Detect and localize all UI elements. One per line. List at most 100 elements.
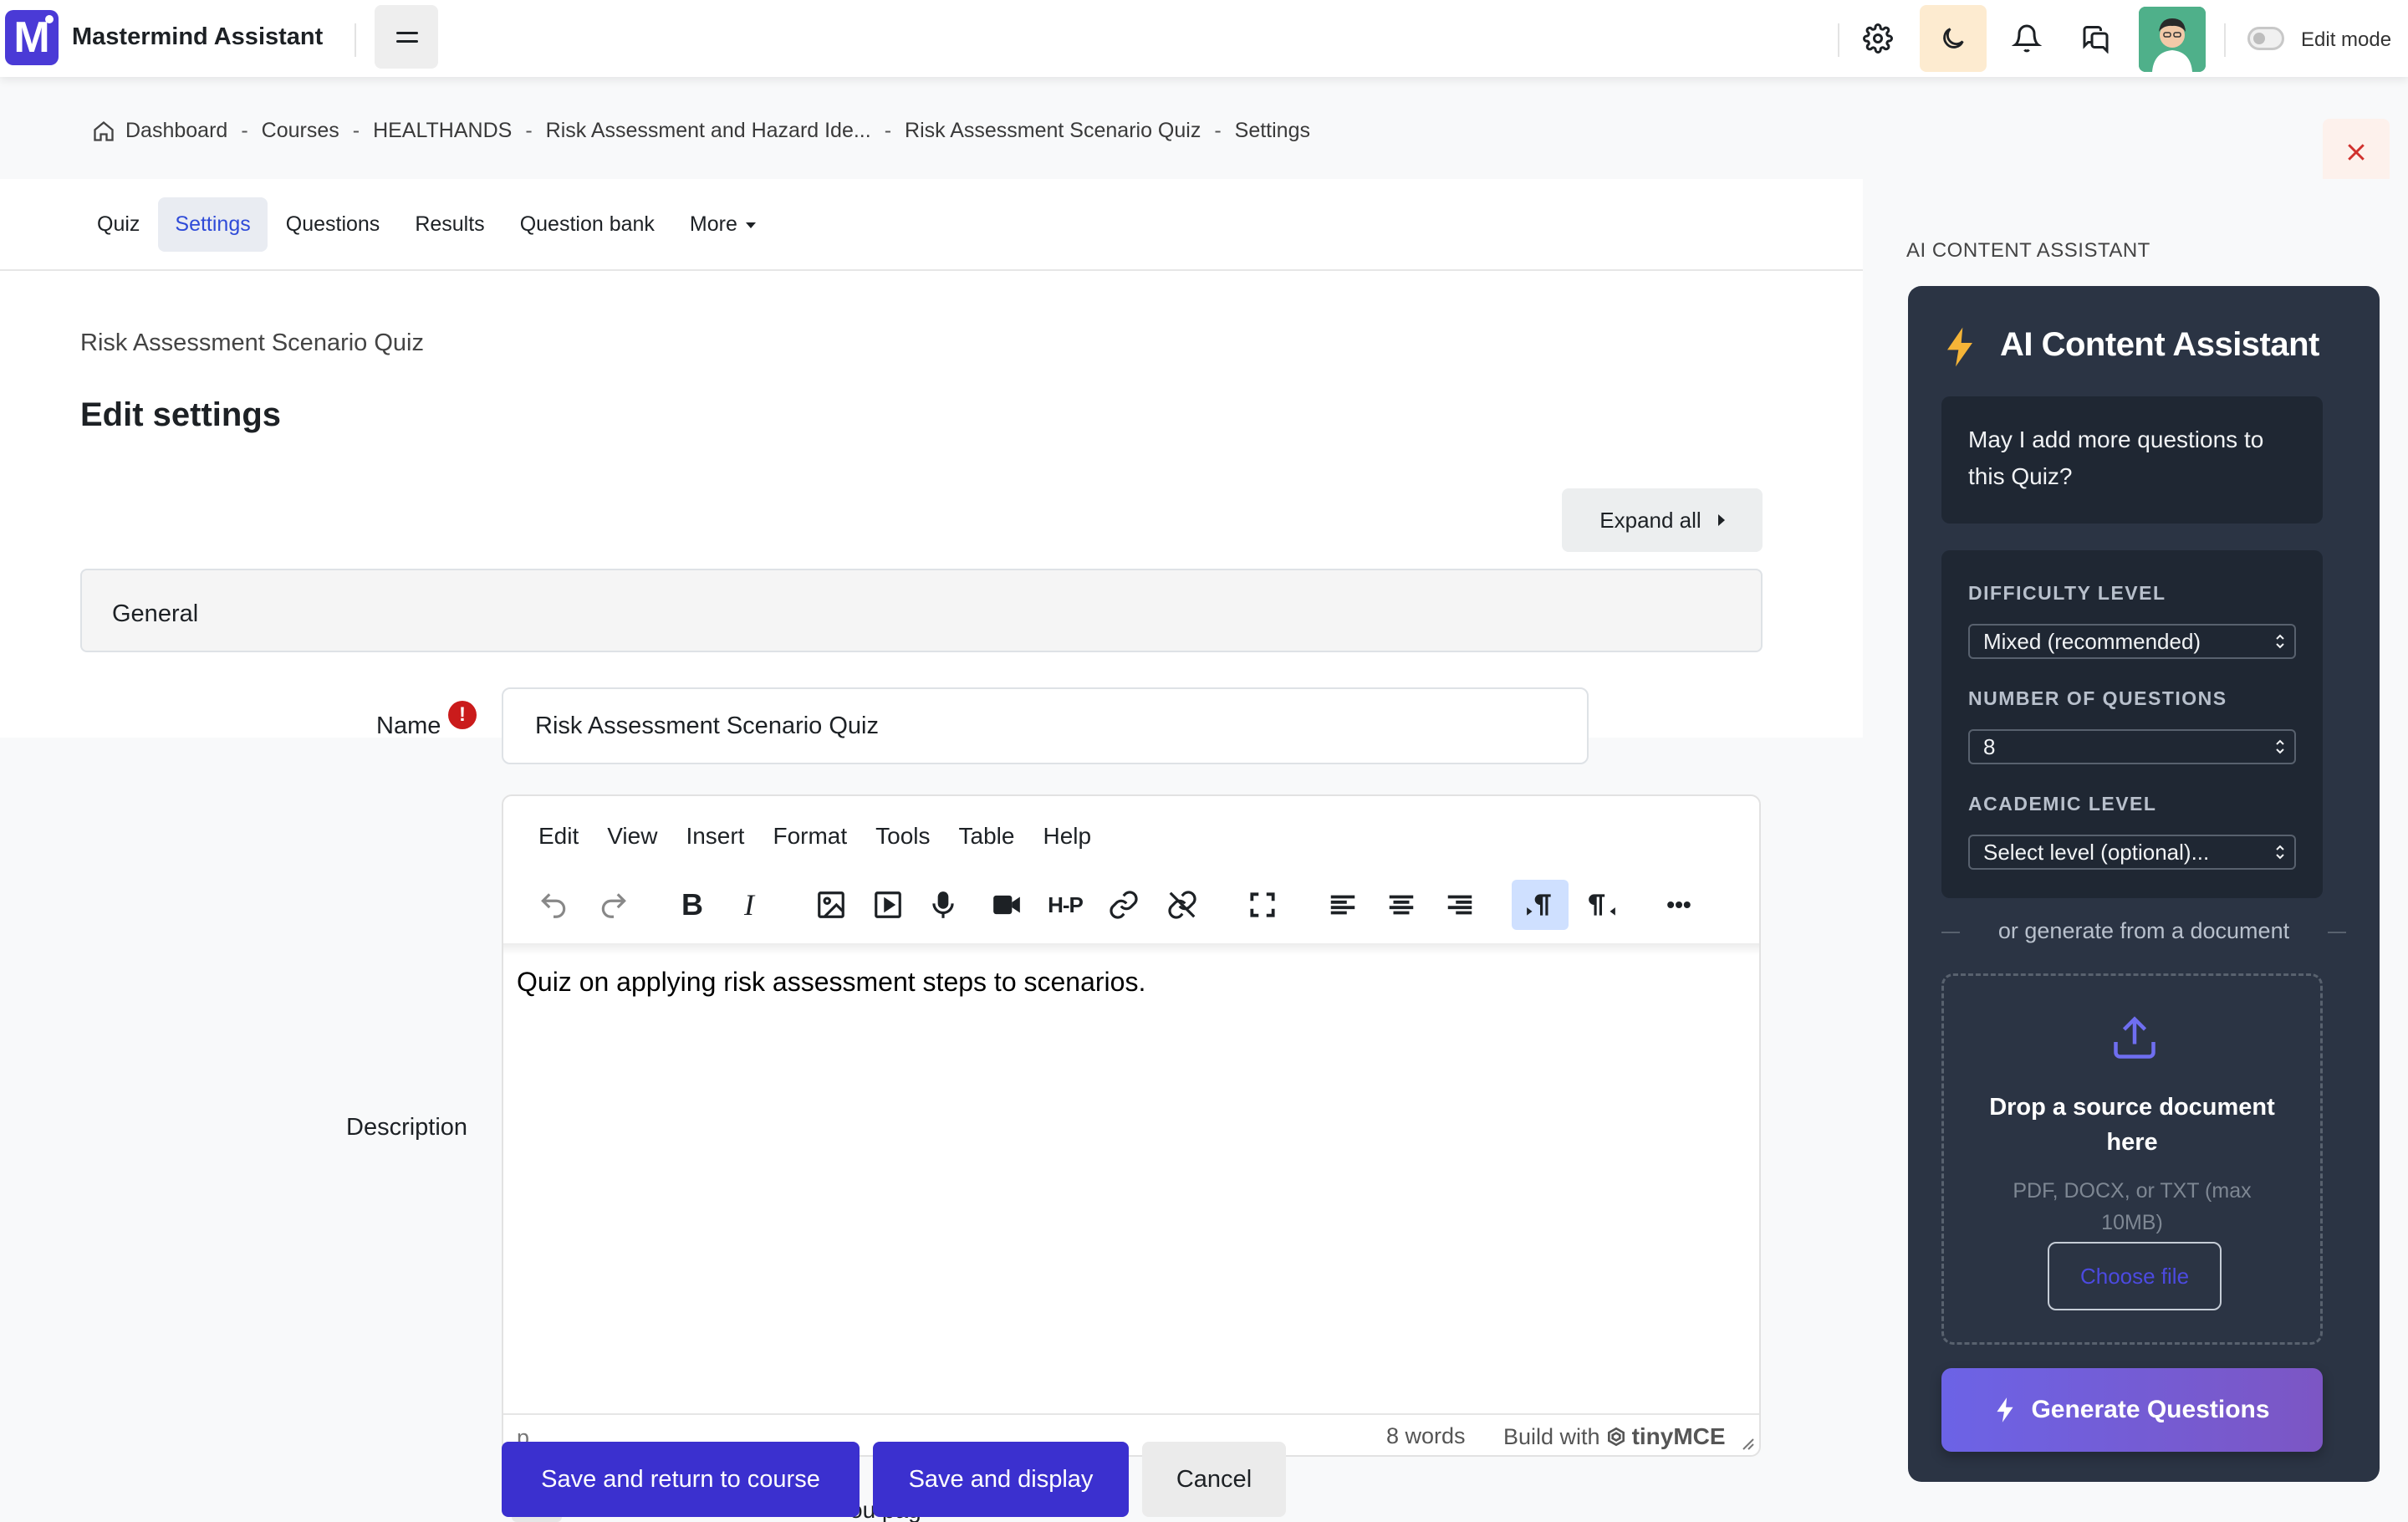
description-field-label: Description [346,1114,468,1141]
breadcrumb-course[interactable]: HEALTHANDS [373,119,512,143]
generate-questions-label: Generate Questions [2031,1396,2270,1423]
tinymce-wordmark: tinyMCE [1631,1423,1726,1449]
align-left-icon[interactable] [1318,880,1368,930]
or-generate-text: or generate from a document [1997,918,2290,943]
media-icon[interactable] [863,880,913,930]
h5p-icon[interactable]: H-P [1040,880,1090,930]
academic-level-value: Select level (optional)... [1983,840,2210,865]
microphone-icon[interactable] [918,880,968,930]
edit-mode-label: Edit mode [2301,28,2392,51]
editor-menu-view[interactable]: View [607,823,657,850]
select-updown-icon [2276,845,2284,860]
question-count-label: NUMBER OF QUESTIONS [1968,687,2227,709]
redo-icon[interactable] [589,880,639,930]
breadcrumb-quiz[interactable]: Risk Assessment Scenario Quiz [905,119,1201,143]
breadcrumb-dashboard[interactable]: Dashboard [125,119,227,143]
home-icon [94,120,114,141]
tab-results[interactable]: Results [398,197,501,252]
dropzone-hint: PDF, DOCX, or TXT (max 10MB) [2013,1179,2252,1234]
ltr-icon[interactable] [1512,880,1569,930]
caret-right-icon [1717,514,1725,526]
tab-more[interactable]: More [673,197,773,252]
close-drawer-button[interactable] [2323,119,2390,186]
tinymce-branding[interactable]: Build with tinyMCE [1503,1423,1726,1450]
italic-icon[interactable]: I [724,880,774,930]
upload-icon [2114,1016,2155,1059]
tabs-divider [0,269,1863,271]
select-updown-icon [2276,739,2284,754]
lightning-bolt-icon [1997,1397,2014,1422]
edit-mode-toggle[interactable] [2247,27,2284,50]
generate-questions-button[interactable]: Generate Questions [1941,1368,2323,1452]
cancel-button[interactable]: Cancel [1142,1442,1286,1517]
save-and-display-button[interactable]: Save and display [873,1442,1129,1517]
name-input[interactable] [502,687,1589,764]
editor-menu-help[interactable]: Help [1043,823,1091,850]
user-avatar[interactable] [2139,7,2206,72]
document-dropzone[interactable]: Drop a source document here PDF, DOCX, o… [1941,973,2323,1345]
editor-toolbar-shadow [503,943,1759,955]
tab-quiz[interactable]: Quiz [80,197,156,252]
image-icon[interactable] [806,880,856,930]
video-icon[interactable] [982,880,1032,930]
drawer-toggle-button[interactable] [375,5,438,69]
undo-icon[interactable] [528,880,579,930]
choose-file-button[interactable]: Choose file [2048,1242,2222,1310]
app-logo[interactable]: M [5,10,59,65]
editor-menu-insert[interactable]: Insert [686,823,744,850]
academic-level-select[interactable]: Select level (optional)... [1968,835,2296,870]
save-and-return-button[interactable]: Save and return to course [502,1442,860,1517]
question-count-select[interactable]: 8 [1968,729,2296,764]
settings-gear-icon[interactable] [1858,18,1898,59]
difficulty-value: Mixed (recommended) [1983,629,2201,654]
notification-bell-icon[interactable] [2007,18,2047,59]
tab-settings[interactable]: Settings [158,197,268,252]
resize-handle-icon[interactable] [1739,1435,1754,1450]
more-icon[interactable]: ••• [1654,880,1704,930]
tab-question-bank[interactable]: Question bank [503,197,671,252]
word-count[interactable]: 8 words [1386,1423,1466,1449]
unlink-icon[interactable] [1157,880,1207,930]
breadcrumb-courses[interactable]: Courses [262,119,339,143]
navbar-divider [2224,23,2226,57]
align-center-icon[interactable] [1376,880,1426,930]
moon-icon [1943,28,1964,49]
question-count-value: 8 [1983,734,1996,759]
editor-menu-edit[interactable]: Edit [538,823,579,850]
or-line [1941,932,1960,933]
secondary-navigation: Quiz Settings Questions Results Question… [80,197,774,252]
or-line [2328,932,2346,933]
dark-mode-toggle-button[interactable] [1920,5,1987,72]
lightning-bolt-icon [1947,327,1972,367]
close-icon [2348,144,2365,161]
general-section-header[interactable]: General [80,569,1763,652]
ai-panel-title: AI Content Assistant [2000,326,2319,363]
app-title[interactable]: Mastermind Assistant [72,23,323,51]
bold-icon[interactable]: B [667,880,717,930]
link-icon[interactable] [1099,880,1149,930]
ai-options-card: DIFFICULTY LEVEL Mixed (recommended) NUM… [1941,550,2323,898]
breadcrumb-separator: - [241,119,248,142]
tab-questions[interactable]: Questions [269,197,397,252]
difficulty-select[interactable]: Mixed (recommended) [1968,624,2296,659]
select-updown-icon [2276,634,2284,649]
expand-all-button[interactable]: Expand all [1562,488,1763,552]
description-editor[interactable]: Edit View Insert Format Tools Table Help… [502,794,1761,1457]
page-header-course: Risk Assessment Scenario Quiz [80,329,424,356]
editor-menu-tools[interactable]: Tools [875,823,930,850]
fullscreen-icon[interactable] [1237,880,1288,930]
rtl-icon[interactable] [1577,880,1627,930]
editor-menu-table[interactable]: Table [959,823,1015,850]
align-right-icon[interactable] [1435,880,1485,930]
main-region [0,179,1863,738]
breadcrumb-section[interactable]: Risk Assessment and Hazard Ide... [546,119,871,143]
navbar-divider [1838,23,1839,57]
breadcrumb-separator: - [1214,119,1222,142]
messages-chat-icon[interactable] [2077,18,2117,59]
editor-menu-format[interactable]: Format [773,823,847,850]
breadcrumb-settings: Settings [1234,119,1310,142]
logo-letter: M [13,13,50,62]
ai-section-heading: AI CONTENT ASSISTANT [1906,239,2150,262]
ai-assistant-panel: AI Content Assistant May I add more ques… [1908,286,2380,1482]
editor-content[interactable]: Quiz on applying risk assessment steps t… [517,967,1145,998]
